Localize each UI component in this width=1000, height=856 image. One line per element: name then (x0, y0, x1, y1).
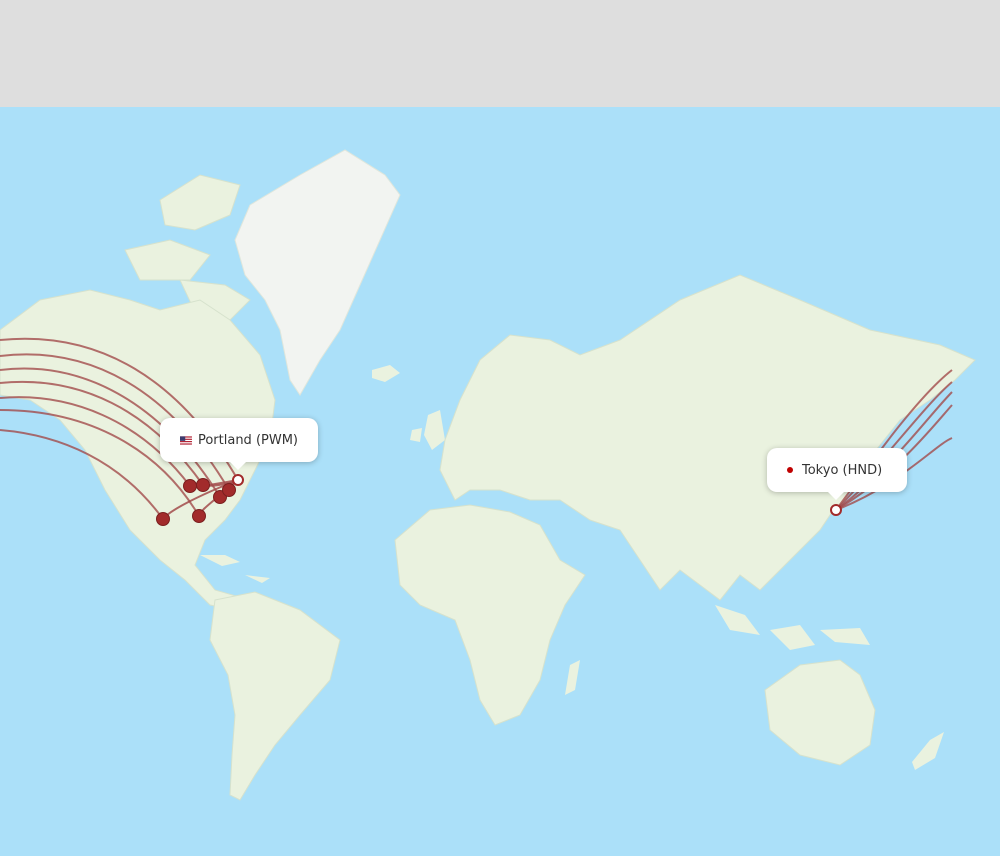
south-america-landmass (209, 591, 341, 801)
header-bar (0, 0, 1000, 107)
arctic-islands-landmass (124, 174, 251, 321)
australia-landmass (764, 659, 876, 766)
africa-landmass (394, 504, 586, 726)
stop-marker[interactable] (222, 483, 236, 497)
stop-marker[interactable] (192, 509, 206, 523)
origin-marker[interactable] (232, 474, 244, 486)
destination-marker[interactable] (830, 504, 842, 516)
destination-callout[interactable]: Tokyo (HND) (767, 448, 907, 500)
madagascar-landmass (565, 660, 580, 695)
us-flag-icon (180, 435, 192, 445)
origin-callout[interactable]: Portland (PWM) (160, 418, 318, 470)
caribbean-landmass (200, 555, 270, 583)
stop-marker[interactable] (183, 479, 197, 493)
british-isles-landmass (410, 410, 445, 450)
destination-label: Tokyo (HND) (802, 462, 883, 478)
stop-marker[interactable] (196, 478, 210, 492)
red-dot-icon (787, 467, 793, 473)
stop-marker[interactable] (156, 512, 170, 526)
new-zealand-landmass (912, 732, 944, 770)
origin-label: Portland (PWM) (197, 432, 298, 448)
iceland-landmass (372, 365, 400, 382)
indonesia-landmass (715, 605, 870, 650)
